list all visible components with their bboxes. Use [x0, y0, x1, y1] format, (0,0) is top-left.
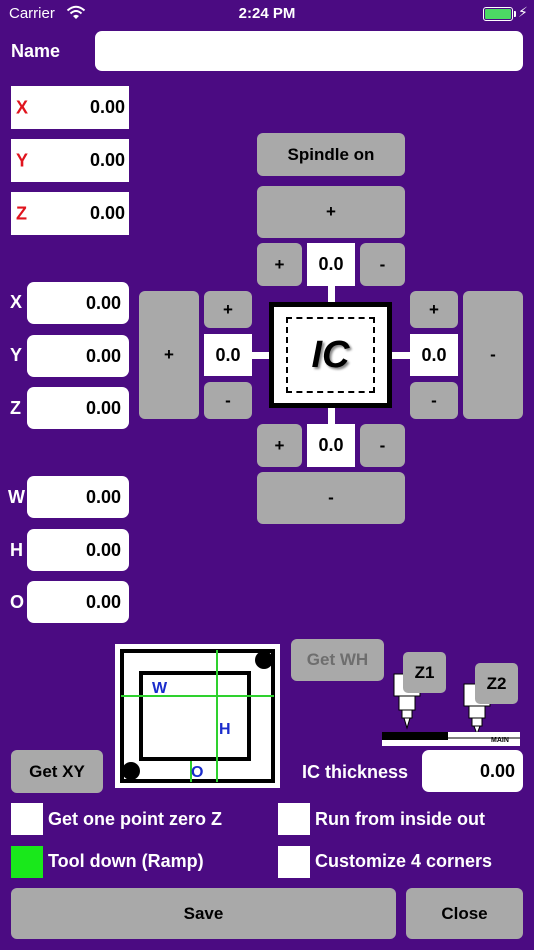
machine-x-field: X 0.00 — [11, 86, 129, 129]
get-wh-button[interactable]: Get WH — [291, 639, 384, 681]
jog-x-plus-large-button[interactable]: + — [139, 291, 199, 419]
bottom-plus-button[interactable]: + — [257, 424, 302, 467]
work-y-label: Y — [10, 345, 23, 365]
height-marker: H — [219, 721, 231, 738]
work-y-input[interactable]: 0.00 — [27, 335, 129, 377]
status-bar: Carrier 2:24 PM ⚡ — [0, 0, 534, 28]
machine-y-field: Y 0.00 — [11, 139, 129, 182]
horizontal-guide-line — [121, 695, 274, 697]
battery-icon — [483, 7, 516, 21]
jog-x-minus-large-button[interactable]: - — [463, 291, 523, 419]
inside-out-label: Run from inside out — [315, 809, 485, 829]
name-label: Name — [11, 41, 61, 61]
work-x-label: X — [10, 292, 23, 312]
ic-chip-label: IC — [311, 333, 350, 376]
clock: 2:24 PM — [238, 5, 296, 22]
machine-x-value: 0.00 — [89, 97, 125, 117]
dim-w-label: W — [8, 487, 25, 507]
top-connector — [328, 286, 335, 302]
right-minus-button[interactable]: - — [410, 382, 458, 419]
left-step-value[interactable]: 0.0 — [204, 334, 252, 376]
dim-h-input[interactable]: 0.00 — [27, 529, 129, 571]
bottom-minus-button[interactable]: - — [360, 424, 405, 467]
top-plus-button[interactable]: + — [257, 243, 302, 286]
dim-o-input[interactable]: 0.00 — [27, 581, 129, 623]
main-base-label: MAIN — [491, 737, 509, 744]
z1-tag: Z1 — [403, 652, 446, 693]
inside-out-checkbox[interactable] — [278, 803, 310, 835]
probe-diagram: W H O — [115, 644, 280, 788]
machine-z-letter: Z — [16, 203, 27, 223]
customize-corners-checkbox[interactable] — [278, 846, 310, 878]
right-plus-button[interactable]: + — [410, 291, 458, 328]
machine-x-letter: X — [16, 97, 29, 117]
offset-marker: O — [191, 764, 204, 781]
left-minus-button[interactable]: - — [204, 382, 252, 419]
left-connector — [252, 352, 269, 359]
ic-base-label: IC — [390, 733, 397, 740]
one-point-zero-z-label: Get one point zero Z — [48, 809, 222, 829]
vertical-guide-line — [216, 650, 218, 782]
top-step-value[interactable]: 0.0 — [307, 243, 355, 286]
name-input[interactable] — [95, 31, 523, 71]
machine-z-field: Z 0.00 — [11, 192, 129, 235]
work-z-label: Z — [10, 398, 21, 418]
jog-y-minus-large-button[interactable]: - — [257, 472, 405, 524]
charging-icon: ⚡ — [518, 4, 528, 20]
right-step-value[interactable]: 0.0 — [410, 334, 458, 376]
probe-point-bottom-left — [122, 762, 140, 780]
ic-chip: IC — [269, 302, 392, 408]
get-xy-button[interactable]: Get XY — [11, 750, 103, 793]
z2-tag: Z2 — [475, 663, 518, 704]
dim-w-input[interactable]: 0.00 — [27, 476, 129, 518]
bottom-connector — [328, 408, 335, 425]
right-connector — [392, 352, 410, 359]
spindle-on-button[interactable]: Spindle on — [257, 133, 405, 176]
one-point-zero-z-checkbox[interactable] — [11, 803, 43, 835]
left-plus-button[interactable]: + — [204, 291, 252, 328]
work-x-input[interactable]: 0.00 — [27, 282, 129, 324]
ic-chip-outline: IC — [286, 317, 375, 393]
probe-point-top-right — [255, 651, 273, 669]
machine-y-letter: Y — [16, 150, 29, 170]
dim-o-label: O — [10, 592, 25, 612]
ic-thickness-label: IC thickness — [302, 762, 409, 782]
ic-thickness-input[interactable]: 0.00 — [422, 750, 523, 792]
save-button[interactable]: Save — [11, 888, 396, 939]
machine-y-value: 0.00 — [89, 150, 125, 170]
work-z-input[interactable]: 0.00 — [27, 387, 129, 429]
close-button[interactable]: Close — [406, 888, 523, 939]
top-minus-button[interactable]: - — [360, 243, 405, 286]
tool-down-ramp-label: Tool down (Ramp) — [48, 851, 204, 871]
dim-h-label: H — [10, 540, 23, 560]
jog-y-plus-large-button[interactable]: + — [257, 186, 405, 238]
machine-z-value: 0.00 — [89, 203, 125, 223]
customize-corners-label: Customize 4 corners — [315, 851, 493, 871]
tool-down-ramp-checkbox[interactable] — [11, 846, 43, 878]
bottom-step-value[interactable]: 0.0 — [307, 424, 355, 467]
width-marker: W — [152, 680, 168, 697]
